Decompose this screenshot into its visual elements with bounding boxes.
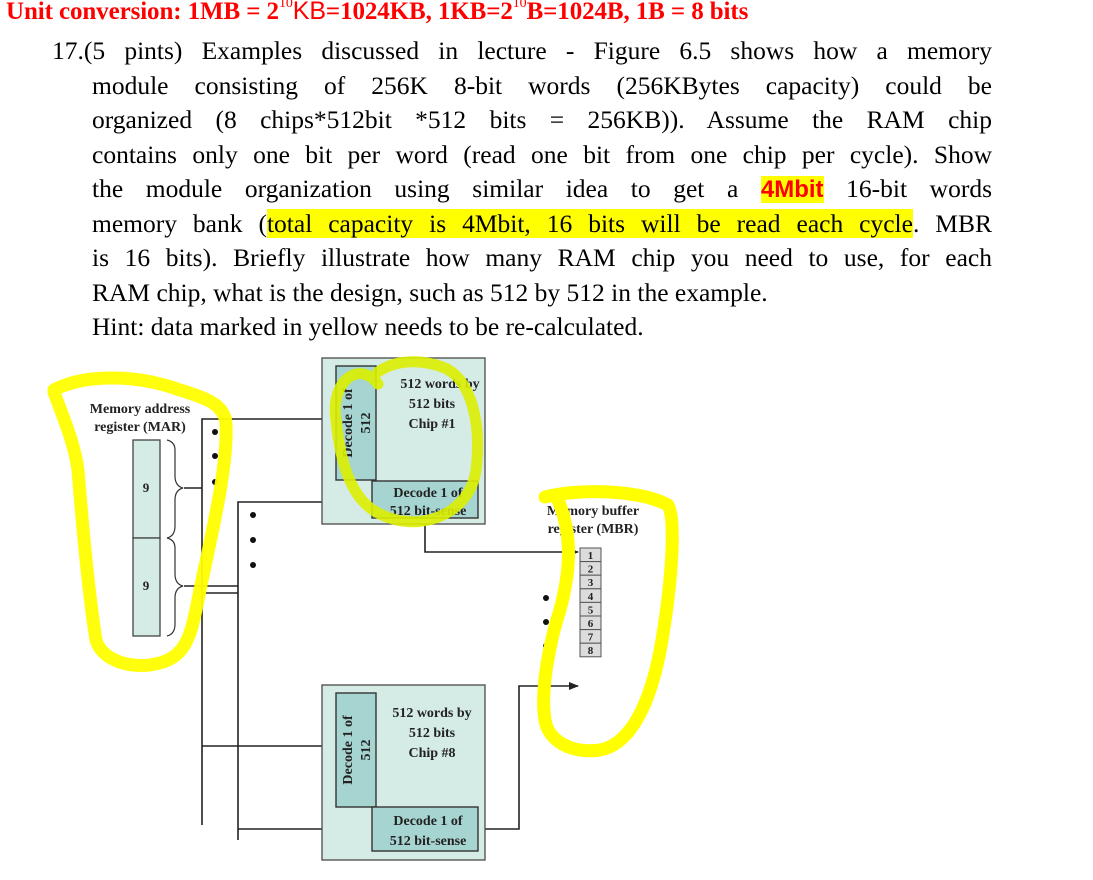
row-decoder-label-2: 512 xyxy=(359,413,374,434)
mbr-cell-label: 6 xyxy=(588,618,594,630)
question-17: 17.(5 pints) Examples discussed in lectu… xyxy=(52,34,992,345)
col-decoder-label-1: Decode 1 of xyxy=(393,486,463,501)
highlighted-requirement: total capacity is 4Mbit, 16 bits will be… xyxy=(266,208,913,238)
mar-field-bits: 9 xyxy=(143,480,150,495)
brace-high xyxy=(166,439,184,539)
mbr-cell-label: 8 xyxy=(588,645,594,657)
unit-tail: B=1024B, 1B = 8 bits xyxy=(526,0,749,25)
highlighted-capacity: 4Mbit xyxy=(760,176,824,203)
chip-title-3: Chip #8 xyxy=(408,746,455,761)
question-line: the module organization using similar id… xyxy=(52,172,992,207)
question-line: is 16 bits). Briefly illustrate how many… xyxy=(92,243,992,272)
mar-label-line1: Memory address xyxy=(90,402,191,417)
unit-middle: =1024KB, 1KB=2 xyxy=(325,0,513,25)
question-line: memory bank (total capacity is 4Mbit, 16… xyxy=(52,207,992,242)
chip-title-2: 512 bits xyxy=(409,397,456,412)
chip-title-3: Chip #1 xyxy=(408,417,455,432)
chip8-output-to-mbr xyxy=(477,682,579,830)
question-line: module consisting of 256K 8-bit words (2… xyxy=(92,70,992,100)
exponent-2: 10 xyxy=(512,0,527,11)
row-decoder-label-1: Decode 1 of xyxy=(341,715,356,785)
question-line: 17.(5 pints) Examples discussed in lectu… xyxy=(52,36,992,65)
col-decoder-label-2: 512 bit-sense xyxy=(390,834,467,849)
col-decoder-label-1: Decode 1 of xyxy=(393,814,463,829)
mbr-cell-label: 3 xyxy=(588,577,594,589)
exponent-1: 10 xyxy=(278,0,293,11)
mar-label-line2: register (MAR) xyxy=(94,420,186,435)
question-line: organized (8 chips*512bit *512 bits = 25… xyxy=(92,105,992,134)
row-decoder-label-2: 512 xyxy=(359,740,374,761)
unit-prefix: Unit conversion: 1MB = 2 xyxy=(6,0,279,25)
kb-unit: KB xyxy=(292,0,326,25)
mbr-cell-label: 5 xyxy=(588,604,594,616)
chip-title-2: 512 bits xyxy=(409,726,456,741)
mbr-cell-label: 7 xyxy=(588,632,594,644)
text-segment: 16-bit words xyxy=(846,174,993,203)
mbr-cell-label: 1 xyxy=(588,550,594,562)
mar-field-bits: 9 xyxy=(143,578,150,593)
unit-conversion-heading: Unit conversion: 1MB = 210KB=1024KB, 1KB… xyxy=(6,0,748,26)
question-line: contains only one bit per word (read one… xyxy=(92,139,992,169)
chip-8: Decode 1 of 512 512 words by 512 bits Ch… xyxy=(321,684,486,861)
chip-title-1: 512 words by xyxy=(392,706,471,721)
text-segment: memory bank ( xyxy=(92,208,267,238)
mar-register: Memory address register (MAR) 9 9 xyxy=(90,402,191,637)
text-segment: . MBR xyxy=(912,208,992,238)
memory-organization-diagram: Memory address register (MAR) 9 9 Decode… xyxy=(47,356,679,861)
question-line: RAM chip, what is the design, such as 51… xyxy=(92,277,768,307)
text-segment: the module organization using similar id… xyxy=(92,174,739,203)
mbr-cell-label: 2 xyxy=(588,564,594,576)
mbr-cell-label: 4 xyxy=(588,591,594,603)
brace-low xyxy=(166,537,184,637)
